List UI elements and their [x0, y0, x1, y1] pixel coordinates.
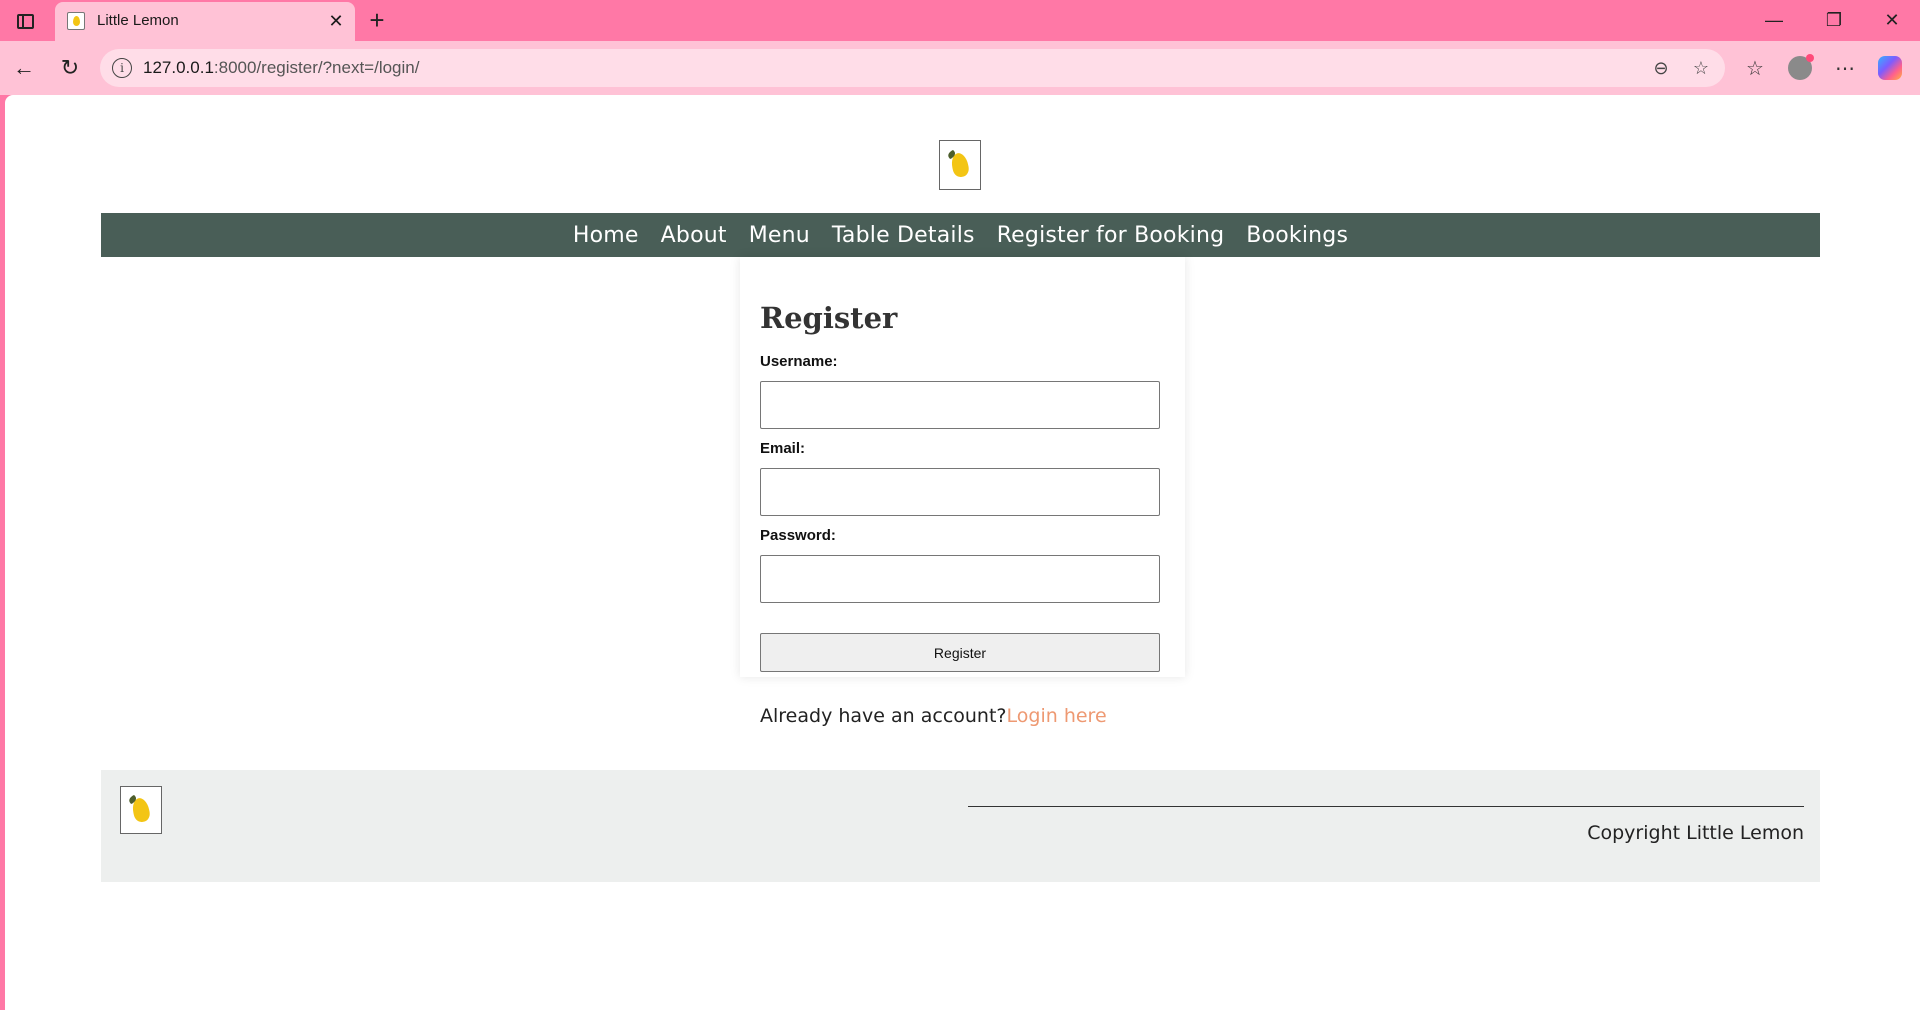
site-info-icon[interactable]: i [112, 58, 132, 78]
nav-link-home[interactable]: Home [573, 223, 639, 248]
copilot-icon [1878, 56, 1902, 80]
copilot-button[interactable] [1874, 52, 1906, 84]
more-options-icon[interactable]: ⋯ [1829, 52, 1861, 84]
browser-tab[interactable]: Little Lemon ✕ [55, 2, 355, 41]
sidebar-toggle-button[interactable] [10, 8, 40, 34]
password-input[interactable] [760, 555, 1160, 603]
favicon-icon [67, 12, 85, 30]
tab-title: Little Lemon [97, 12, 179, 29]
url-host: 127.0.0.1 [143, 58, 214, 77]
username-input[interactable] [760, 381, 1160, 429]
window-close-button[interactable]: ✕ [1870, 4, 1914, 36]
url-path: :8000/register/?next=/login/ [213, 58, 420, 77]
footer-divider [968, 806, 1804, 807]
restore-button[interactable]: ❐ [1812, 4, 1856, 36]
lemon-logo-icon [949, 151, 971, 179]
tab-close-button[interactable]: ✕ [325, 10, 347, 32]
browser-tab-bar: Little Lemon ✕ + — ❐ ✕ [0, 0, 1920, 41]
email-label: Email: [760, 440, 806, 457]
register-button[interactable]: Register [760, 633, 1160, 672]
profile-avatar-icon [1788, 54, 1814, 80]
back-button[interactable]: ← [8, 52, 40, 84]
login-prompt-text: Already have an account? [760, 705, 1007, 727]
nav-link-register-for-booking[interactable]: Register for Booking [997, 223, 1225, 248]
minimize-button[interactable]: — [1752, 4, 1796, 36]
form-title: Register [760, 301, 898, 335]
address-bar[interactable]: i 127.0.0.1:8000/register/?next=/login/ … [100, 49, 1725, 87]
copyright-text: Copyright Little Lemon [1587, 822, 1804, 844]
favorite-star-icon[interactable]: ☆ [1689, 56, 1713, 80]
browser-toolbar: ← ↻ i 127.0.0.1:8000/register/?next=/log… [0, 41, 1920, 95]
nav-link-menu[interactable]: Menu [749, 223, 810, 248]
login-link[interactable]: Login here [1007, 705, 1107, 727]
register-form-card: Register Username: Email: Password: Regi… [740, 257, 1185, 677]
page-viewport: Home About Menu Table Details Register f… [5, 95, 1920, 1010]
lemon-logo-icon [130, 796, 152, 824]
zoom-icon[interactable]: ⊖ [1649, 56, 1673, 80]
nav-link-about[interactable]: About [661, 223, 727, 248]
nav-link-bookings[interactable]: Bookings [1246, 223, 1348, 248]
new-tab-button[interactable]: + [364, 5, 390, 35]
footer-logo[interactable] [120, 786, 162, 834]
email-input[interactable] [760, 468, 1160, 516]
login-prompt: Already have an account?Login here [740, 705, 1107, 727]
page-footer: Copyright Little Lemon [101, 770, 1820, 882]
username-label: Username: [760, 353, 838, 370]
password-label: Password: [760, 527, 836, 544]
header-logo[interactable] [939, 140, 981, 190]
favorites-icon[interactable]: ☆ [1739, 52, 1771, 84]
nav-link-table-details[interactable]: Table Details [832, 223, 975, 248]
reload-button[interactable]: ↻ [54, 52, 86, 84]
main-navigation: Home About Menu Table Details Register f… [101, 213, 1820, 257]
url-text[interactable]: 127.0.0.1:8000/register/?next=/login/ [143, 58, 419, 78]
sidebar-icon [16, 13, 34, 29]
profile-button[interactable] [1784, 52, 1816, 84]
